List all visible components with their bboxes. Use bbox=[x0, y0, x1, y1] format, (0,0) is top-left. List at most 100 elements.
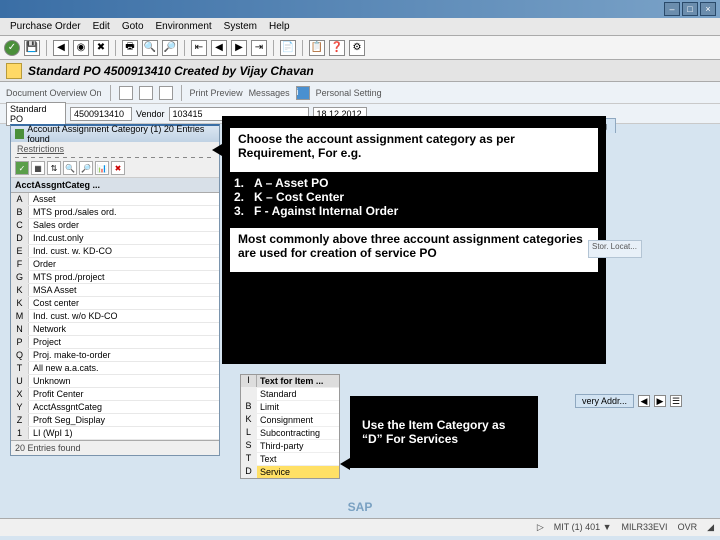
settings-icon[interactable]: ⚙ bbox=[349, 40, 365, 56]
enter-button[interactable]: ✓ bbox=[4, 40, 20, 56]
vendor-label: Vendor bbox=[136, 109, 165, 119]
popup-icon bbox=[15, 129, 24, 139]
acct-category-row[interactable]: PProject bbox=[11, 336, 219, 349]
annotation-foot: Most commonly above three account assign… bbox=[238, 232, 590, 260]
item-category-row[interactable]: DService bbox=[241, 465, 339, 478]
delivery-tabs: very Addr... ◀ ▶ ☰ bbox=[575, 394, 682, 408]
maximize-button[interactable]: □ bbox=[682, 2, 698, 16]
document-title: Standard PO 4500913410 Created by Vijay … bbox=[28, 64, 314, 78]
popup-close-button[interactable]: ✖ bbox=[111, 161, 125, 175]
popup-search2-button[interactable]: 🔎 bbox=[79, 161, 93, 175]
status-server: MILR33EVI bbox=[622, 522, 668, 533]
acct-category-row[interactable]: EInd. cust. w. KD-CO bbox=[11, 245, 219, 258]
overview-icon[interactable]: 📋 bbox=[309, 40, 325, 56]
print-preview-button[interactable]: Print Preview bbox=[190, 88, 243, 98]
acct-category-row[interactable]: CSales order bbox=[11, 219, 219, 232]
acct-category-row[interactable]: NNetwork bbox=[11, 323, 219, 336]
po-type-dropdown[interactable]: Standard PO bbox=[6, 102, 66, 126]
document-icon bbox=[6, 63, 22, 79]
item-category-row[interactable]: KConsignment bbox=[241, 413, 339, 426]
acct-category-row[interactable]: KMSA Asset bbox=[11, 284, 219, 297]
create-icon[interactable]: 📄 bbox=[280, 40, 296, 56]
popup-sort-button[interactable]: ⇅ bbox=[47, 161, 61, 175]
menu-edit[interactable]: Edit bbox=[89, 21, 114, 32]
item-category-row[interactable]: TText bbox=[241, 452, 339, 465]
menu-system[interactable]: System bbox=[220, 21, 261, 32]
personal-setting-button[interactable]: Personal Setting bbox=[316, 88, 382, 98]
tab-next-button[interactable]: ▶ bbox=[654, 395, 666, 407]
exit-button[interactable]: ◉ bbox=[73, 40, 89, 56]
acct-category-row[interactable]: AAsset bbox=[11, 193, 219, 206]
display-doc-button[interactable] bbox=[159, 86, 173, 100]
popup-title-text: Account Assignment Category (1) 20 Entri… bbox=[27, 124, 215, 144]
next-page-icon[interactable]: ▶ bbox=[231, 40, 247, 56]
save-button[interactable]: 💾 bbox=[24, 40, 40, 56]
itemcat-header-text: Text for Item ... bbox=[257, 375, 339, 387]
doc-overview-button[interactable]: Document Overview On bbox=[6, 88, 102, 98]
menu-environment[interactable]: Environment bbox=[152, 21, 216, 32]
first-page-icon[interactable]: ⇤ bbox=[191, 40, 207, 56]
find-icon[interactable]: 🔍 bbox=[142, 40, 158, 56]
acct-category-row[interactable]: ZProft Seg_Display bbox=[11, 414, 219, 427]
acct-category-row[interactable]: BMTS prod./sales ord. bbox=[11, 206, 219, 219]
item-category-row[interactable]: Standard bbox=[241, 387, 339, 400]
acct-category-row[interactable]: UUnknown bbox=[11, 375, 219, 388]
last-page-icon[interactable]: ⇥ bbox=[251, 40, 267, 56]
item-category-row[interactable]: LSubcontracting bbox=[241, 426, 339, 439]
grid-footer: 20 Entries found bbox=[11, 440, 219, 455]
help-icon[interactable]: ❓ bbox=[329, 40, 345, 56]
item-category-row[interactable]: SThird-party bbox=[241, 439, 339, 452]
acct-category-row[interactable]: TAll new a.a.cats. bbox=[11, 362, 219, 375]
popup-check-button[interactable]: ✓ bbox=[15, 161, 29, 175]
status-triangle-icon: ▷ bbox=[537, 522, 544, 533]
tab-prev-button[interactable]: ◀ bbox=[638, 395, 650, 407]
restrictions-link[interactable]: Restrictions bbox=[11, 142, 219, 156]
main-toolbar: ✓ 💾 ◀ ◉ ✖ 🖶 🔍 🔎 ⇤ ◀ ▶ ⇥ 📄 📋 ❓ ⚙ bbox=[0, 36, 720, 60]
popup-titlebar: Account Assignment Category (1) 20 Entri… bbox=[11, 126, 219, 142]
close-window-button[interactable]: × bbox=[700, 2, 716, 16]
item-category-row[interactable]: BLimit bbox=[241, 400, 339, 413]
statusbar: ▷ MIT (1) 401 ▼ MILR33EVI OVR ◢ bbox=[0, 518, 720, 536]
menubar: Purchase Order Edit Goto Environment Sys… bbox=[0, 18, 720, 36]
acct-category-row[interactable]: DInd.cust.only bbox=[11, 232, 219, 245]
status-mode: OVR bbox=[678, 522, 698, 533]
acct-category-row[interactable]: YAcctAssgntCateg bbox=[11, 401, 219, 414]
document-title-bar: Standard PO 4500913410 Created by Vijay … bbox=[0, 60, 720, 82]
sap-logo: SAP bbox=[348, 500, 373, 514]
acct-category-grid: AcctAssgntCateg ... AAssetBMTS prod./sal… bbox=[11, 178, 219, 455]
change-doc-button[interactable] bbox=[139, 86, 153, 100]
acct-category-row[interactable]: FOrder bbox=[11, 258, 219, 271]
itemcat-header-code: I bbox=[241, 375, 257, 387]
acct-category-row[interactable]: 1LI (WpI 1) bbox=[11, 427, 219, 440]
popup-layout-button[interactable]: 📊 bbox=[95, 161, 109, 175]
po-number-field[interactable]: 4500913410 bbox=[70, 107, 132, 121]
cancel-button[interactable]: ✖ bbox=[93, 40, 109, 56]
annotation-bottom: Use the Item Category as “D” For Service… bbox=[350, 396, 538, 468]
sub-toolbar: Document Overview On Print Preview Messa… bbox=[0, 82, 720, 104]
annotation-top: Choose the account assignment category a… bbox=[222, 116, 606, 364]
titlebar: – □ × bbox=[0, 0, 720, 18]
delivery-address-tab[interactable]: very Addr... bbox=[575, 394, 634, 408]
popup-filter-button[interactable]: ▦ bbox=[31, 161, 45, 175]
acct-category-row[interactable]: KCost center bbox=[11, 297, 219, 310]
tab-list-button[interactable]: ☰ bbox=[670, 395, 682, 407]
info-icon[interactable]: i bbox=[296, 86, 310, 100]
minimize-button[interactable]: – bbox=[664, 2, 680, 16]
acct-category-row[interactable]: GMTS prod./project bbox=[11, 271, 219, 284]
prev-page-icon[interactable]: ◀ bbox=[211, 40, 227, 56]
acct-category-row[interactable]: XProfit Center bbox=[11, 388, 219, 401]
messages-button[interactable]: Messages bbox=[249, 88, 290, 98]
acct-category-row[interactable]: MInd. cust. w/o KD-CO bbox=[11, 310, 219, 323]
back-button[interactable]: ◀ bbox=[53, 40, 69, 56]
menu-goto[interactable]: Goto bbox=[118, 21, 148, 32]
acct-category-row[interactable]: QProj. make-to-order bbox=[11, 349, 219, 362]
find-next-icon[interactable]: 🔎 bbox=[162, 40, 178, 56]
status-system: MIT (1) 401 ▼ bbox=[554, 522, 612, 533]
status-resize-icon: ◢ bbox=[707, 522, 714, 533]
menu-help[interactable]: Help bbox=[265, 21, 294, 32]
popup-search-button[interactable]: 🔍 bbox=[63, 161, 77, 175]
annotation-bottom-text: Use the Item Category as “D” For Service… bbox=[362, 418, 526, 446]
menu-purchase-order[interactable]: Purchase Order bbox=[6, 21, 85, 32]
print-icon[interactable]: 🖶 bbox=[122, 40, 138, 56]
create-doc-button[interactable] bbox=[119, 86, 133, 100]
